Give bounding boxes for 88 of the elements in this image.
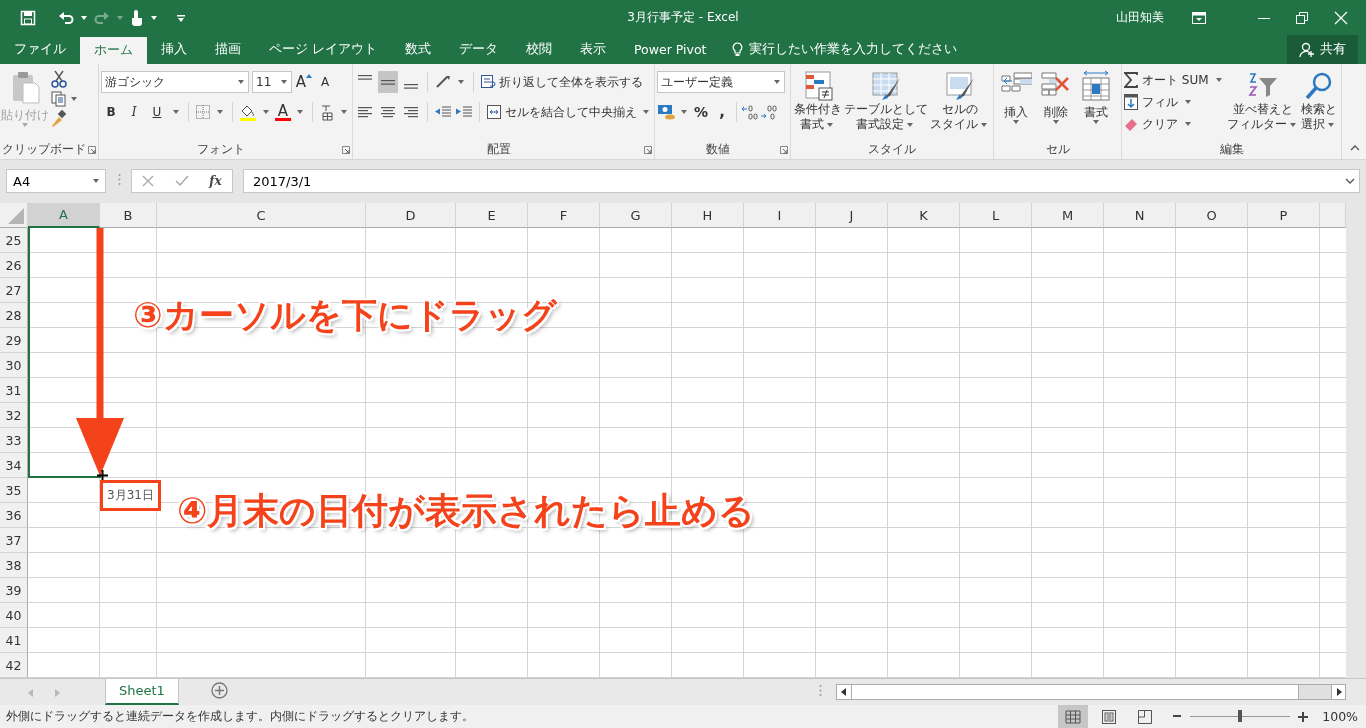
insert-function-button[interactable]: fx — [209, 174, 222, 188]
bold-button[interactable]: B — [101, 101, 121, 123]
row-header[interactable]: 34 — [0, 453, 28, 478]
ribbon-tab[interactable]: Power Pivot — [620, 35, 721, 64]
group-label: 配置 — [485, 141, 512, 158]
style-gallery-button[interactable]: 条件付き 書式 — [793, 70, 843, 140]
wrap-text-button[interactable]: 折り返して全体を表示する — [480, 71, 643, 93]
column-header[interactable]: B — [100, 203, 157, 228]
merge-center-button[interactable]: セルを結合して中央揃え — [486, 101, 637, 123]
group-label: セル — [1044, 141, 1071, 158]
ribbon-tab[interactable]: ホーム — [80, 37, 147, 64]
ribbon-tab[interactable]: ファイル — [0, 35, 80, 64]
column-header[interactable]: L — [960, 203, 1032, 228]
column-header[interactable]: O — [1176, 203, 1248, 228]
fill-button[interactable]: フィル — [1124, 92, 1222, 112]
row-header[interactable]: 29 — [0, 328, 28, 353]
group-label: 編集 — [1218, 141, 1245, 158]
column-header[interactable]: G — [600, 203, 672, 228]
cells-button[interactable]: 書式 — [1076, 70, 1116, 140]
font-color-button[interactable]: A — [275, 101, 291, 123]
ribbon-tab[interactable]: ページ レイアウト — [255, 35, 391, 64]
row-header[interactable]: 37 — [0, 528, 28, 553]
status-message: 外側にドラッグすると連続データを作成します。内側にドラッグするとクリアします。 — [6, 708, 474, 725]
column-header[interactable]: J — [816, 203, 888, 228]
row-header[interactable]: 27 — [0, 278, 28, 303]
fill-value-tooltip: 3月31日 — [100, 480, 161, 511]
annotation-text: ④月末の日付が表示されたら止める — [177, 489, 756, 533]
column-header[interactable]: P — [1248, 203, 1320, 228]
ribbon-tab[interactable]: 挿入 — [147, 35, 201, 64]
number-format-dropdown[interactable]: ユーザー定義 — [657, 71, 785, 93]
tell-me-field[interactable]: 実行したい作業を入力してください — [749, 41, 958, 58]
ribbon-tab[interactable]: 校閲 — [512, 35, 566, 64]
column-header[interactable]: M — [1032, 203, 1104, 228]
percent-button[interactable]: % — [691, 101, 711, 123]
row-header[interactable]: 42 — [0, 653, 28, 678]
column-header[interactable]: N — [1104, 203, 1176, 228]
ribbon-tab[interactable]: 数式 — [391, 35, 445, 64]
formula-field[interactable]: 2017/3/1 — [243, 169, 1360, 193]
group-label: スタイル — [867, 141, 917, 158]
row-header[interactable]: 40 — [0, 603, 28, 628]
row-header[interactable]: 41 — [0, 628, 28, 653]
font-size-dropdown[interactable]: 11 — [252, 71, 292, 93]
group-label: クリップボード — [2, 141, 86, 158]
row-header[interactable]: 25 — [0, 228, 28, 253]
row-header[interactable]: 31 — [0, 378, 28, 403]
column-header[interactable]: E — [456, 203, 528, 228]
clear-button[interactable]: クリア — [1124, 114, 1222, 134]
annotation-text: ③カーソルを下にドラッグ — [133, 294, 557, 337]
row-header[interactable]: 39 — [0, 578, 28, 603]
find-select-button[interactable]: 検索と 選択 — [1300, 70, 1338, 140]
column-header[interactable]: C — [157, 203, 366, 228]
user-name: 山田知美 — [1116, 9, 1164, 26]
ribbon-tab[interactable]: 表示 — [566, 35, 620, 64]
sort-filter-button[interactable]: 並べ替えと フィルター — [1226, 70, 1300, 140]
sheet-tab[interactable]: Sheet1 — [105, 679, 179, 705]
autosum-button[interactable]: オート SUM — [1124, 70, 1222, 90]
row-header[interactable]: 35 — [0, 478, 28, 503]
share-button[interactable]: 共有 — [1287, 35, 1358, 64]
cells-button[interactable]: 削除 — [1036, 70, 1076, 140]
italic-button[interactable]: I — [124, 101, 144, 123]
row-header[interactable]: 33 — [0, 428, 28, 453]
style-gallery-button[interactable]: セルの スタイル — [929, 70, 991, 140]
row-header[interactable]: 30 — [0, 353, 28, 378]
column-header[interactable]: I — [744, 203, 816, 228]
grow-font-button[interactable]: A — [295, 71, 313, 93]
shrink-font-button[interactable]: A — [316, 71, 334, 93]
zoom-level[interactable]: 100% — [1322, 709, 1358, 724]
window-title: 3月行事予定 - Excel — [627, 9, 739, 26]
column-header[interactable]: K — [888, 203, 960, 228]
row-header[interactable]: 36 — [0, 503, 28, 528]
name-box[interactable]: A4 — [6, 169, 106, 193]
font-name-dropdown[interactable]: 游ゴシック — [101, 71, 249, 93]
cells-button[interactable]: 挿入 — [996, 70, 1036, 140]
ribbon-tab[interactable]: データ — [445, 35, 512, 64]
row-header[interactable]: 28 — [0, 303, 28, 328]
ribbon-tab[interactable]: 描画 — [201, 35, 255, 64]
row-header[interactable]: 26 — [0, 253, 28, 278]
column-header[interactable]: D — [366, 203, 456, 228]
style-gallery-button[interactable]: テーブルとして 書式設定 — [843, 70, 929, 140]
row-header[interactable]: 32 — [0, 403, 28, 428]
group-label: 数値 — [704, 141, 731, 158]
underline-button[interactable]: U — [147, 101, 167, 123]
group-label: フォント — [195, 141, 246, 158]
column-header[interactable]: H — [672, 203, 744, 228]
column-header[interactable]: A — [28, 203, 100, 228]
column-header[interactable]: F — [528, 203, 600, 228]
row-header[interactable]: 38 — [0, 553, 28, 578]
comma-button[interactable]: , — [712, 101, 732, 123]
